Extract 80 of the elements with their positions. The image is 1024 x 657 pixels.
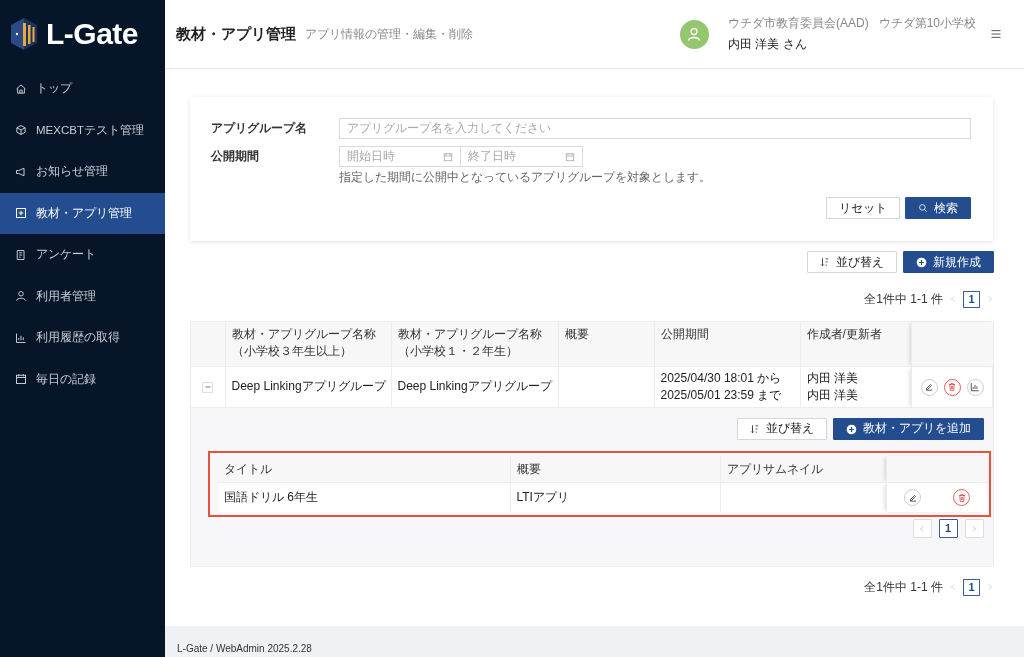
column-header: 公開期間	[660, 326, 710, 343]
sidebar-item[interactable]: 毎日の記録	[0, 358, 165, 400]
previous-page-button[interactable]	[912, 519, 932, 538]
page-title: 教材・アプリ管理	[176, 24, 296, 44]
sort-icon	[749, 424, 760, 434]
chart-icon	[970, 382, 980, 392]
result-count: 全1件中 1-1 件	[864, 290, 943, 308]
search-icon	[918, 203, 928, 213]
table-cell: Deep Linkingアプリグループ	[225, 366, 391, 408]
search-button[interactable]: 検索	[905, 197, 971, 219]
sidebar-item[interactable]: お知らせ管理	[0, 151, 165, 193]
collapse-toggle[interactable]	[202, 381, 214, 393]
nav-icon	[15, 248, 27, 261]
column-header: アプリサムネイル	[720, 456, 886, 483]
field-label: アプリグループ名	[211, 120, 308, 137]
nav-icon	[15, 331, 27, 344]
sort-button[interactable]: 並び替え	[736, 418, 827, 440]
table-cell: 内田 洋美 内田 洋美	[800, 366, 911, 408]
nav-icon	[15, 82, 27, 95]
edit-button[interactable]	[920, 378, 938, 396]
organization-name: ウチダ市教育委員会(AAD)	[727, 15, 869, 32]
sidebar-item[interactable]: 利用者管理	[0, 275, 165, 317]
nav-icon	[15, 165, 27, 178]
minus-icon	[203, 383, 212, 391]
nav-icon	[15, 124, 27, 137]
menu-icon[interactable]	[990, 28, 1002, 40]
user-avatar[interactable]	[679, 19, 709, 49]
result-count: 全1件中 1-1 件	[864, 578, 943, 596]
field-label: 公開期間	[211, 148, 260, 165]
delete-icon	[956, 492, 967, 503]
page-subtitle: アプリ情報の管理・編集・削除	[305, 25, 473, 43]
school-name: ウチダ第10小学校	[878, 15, 976, 32]
edit-icon	[924, 382, 934, 392]
delete-button[interactable]	[943, 378, 961, 396]
column-header: タイトル	[218, 456, 510, 483]
column-header: 概要	[510, 456, 720, 483]
column-header: 教材・アプリグループ名称	[231, 326, 377, 343]
column-header: （小学校３年生以上）	[231, 342, 353, 360]
sort-button[interactable]: 並び替え	[807, 251, 897, 273]
page-link[interactable]: 1	[963, 578, 980, 596]
table-cell: 2025/04/30 18:01 から 2025/05/01 23:59 まで	[654, 366, 800, 408]
page-link[interactable]: 1	[963, 290, 980, 308]
edit-button[interactable]	[904, 489, 921, 506]
chevron-left-icon	[918, 524, 926, 533]
chevron-right-icon	[970, 524, 978, 533]
column-header: 概要	[564, 326, 590, 343]
version-text: L-Gate / WebAdmin 2025.2.28	[177, 643, 312, 654]
column-header: 作成者/更新者	[806, 326, 883, 343]
nav-icon	[15, 290, 27, 303]
column-header: （小学校１・２年生）	[397, 342, 519, 360]
edit-icon	[907, 492, 918, 503]
table-cell: 国語ドリル 6年生	[218, 482, 510, 512]
plus-circle-icon	[916, 256, 927, 268]
sidebar-item[interactable]: トップ	[0, 68, 165, 110]
add-app-button[interactable]: 教材・アプリを追加	[832, 418, 984, 440]
sidebar-item[interactable]: MEXCBTテスト管理	[0, 109, 165, 151]
page-button[interactable]: 1	[938, 519, 958, 538]
brand-name: L-Gate	[46, 17, 138, 51]
delete-icon	[947, 382, 957, 392]
user-name: 内田 洋美 さん	[727, 36, 808, 53]
nav-icon	[15, 373, 27, 386]
nav-icon	[15, 207, 27, 220]
calendar-icon	[443, 151, 453, 162]
reset-button[interactable]: リセット	[826, 197, 900, 219]
calendar-icon	[565, 151, 575, 162]
table-cell: LTIアプリ	[510, 482, 720, 512]
logo-icon	[10, 17, 38, 51]
next-page-button[interactable]	[964, 519, 984, 538]
chart-button[interactable]	[966, 378, 984, 396]
sort-icon	[820, 257, 830, 267]
column-header: 教材・アプリグループ名称	[397, 326, 543, 343]
person-icon	[686, 26, 703, 42]
hint-text: 指定した期間に公開中となっているアプリグループを対象とします。	[339, 169, 712, 186]
create-button[interactable]: 新規作成	[903, 251, 994, 273]
sidebar-item[interactable]: 教材・アプリ管理	[0, 192, 165, 234]
sidebar-item[interactable]: アンケート	[0, 234, 165, 276]
plus-circle-icon	[845, 423, 857, 435]
delete-button[interactable]	[953, 489, 970, 506]
table-cell: Deep Linkingアプリグループ	[391, 366, 558, 408]
sidebar-item[interactable]: 利用履歴の取得	[0, 317, 165, 359]
